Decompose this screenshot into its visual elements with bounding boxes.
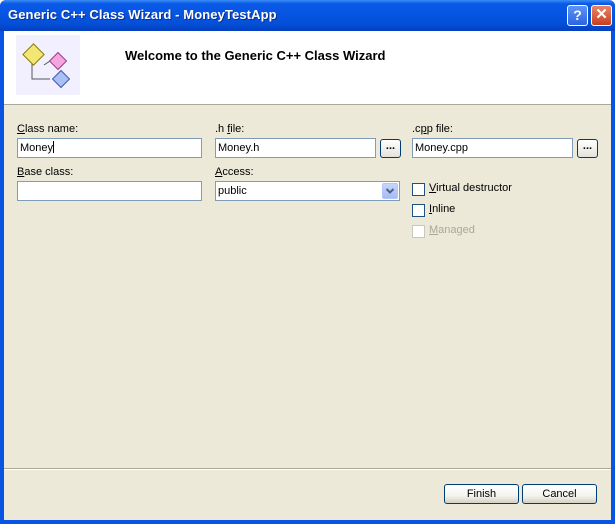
inline-checkbox[interactable] bbox=[412, 204, 425, 217]
access-dropdown[interactable]: public bbox=[215, 181, 400, 201]
cpp-file-input[interactable]: Money.cpp bbox=[412, 138, 573, 158]
wizard-header: Welcome to the Generic C++ Class Wizard bbox=[4, 31, 611, 105]
h-file-input[interactable]: Money.h bbox=[215, 138, 376, 158]
base-class-input[interactable] bbox=[17, 181, 202, 201]
managed-label: Managed bbox=[429, 224, 475, 236]
page-title: Welcome to the Generic C++ Class Wizard bbox=[125, 48, 386, 63]
cpp-file-label: .cpp file: bbox=[412, 123, 453, 135]
base-class-label: Base class: bbox=[17, 166, 74, 178]
dialog-body: Welcome to the Generic C++ Class Wizard … bbox=[4, 31, 611, 520]
inline-label[interactable]: Inline bbox=[429, 203, 455, 215]
chevron-down-icon[interactable] bbox=[382, 183, 398, 199]
finish-button[interactable]: Finish bbox=[444, 484, 519, 504]
access-label: Access: bbox=[215, 166, 254, 178]
footer-separator bbox=[4, 468, 611, 470]
help-button[interactable]: ? bbox=[567, 5, 588, 26]
h-file-browse-button[interactable]: ... bbox=[380, 139, 401, 158]
window-title: Generic C++ Class Wizard - MoneyTestApp bbox=[8, 7, 277, 22]
cpp-file-browse-button[interactable]: ... bbox=[577, 139, 598, 158]
title-bar[interactable]: Generic C++ Class Wizard - MoneyTestApp … bbox=[0, 0, 615, 31]
virtual-destructor-label[interactable]: Virtual destructor bbox=[429, 182, 512, 194]
cancel-button[interactable]: Cancel bbox=[522, 484, 597, 504]
close-button[interactable]: ✕ bbox=[591, 5, 612, 26]
class-name-input[interactable]: Money bbox=[17, 138, 202, 158]
h-file-label: .h file: bbox=[215, 123, 245, 135]
class-diagram-icon bbox=[16, 35, 80, 99]
virtual-destructor-checkbox[interactable] bbox=[412, 183, 425, 196]
class-name-label: Class name: bbox=[17, 123, 79, 135]
managed-checkbox[interactable] bbox=[412, 225, 425, 238]
wizard-window: Generic C++ Class Wizard - MoneyTestApp … bbox=[0, 0, 615, 524]
